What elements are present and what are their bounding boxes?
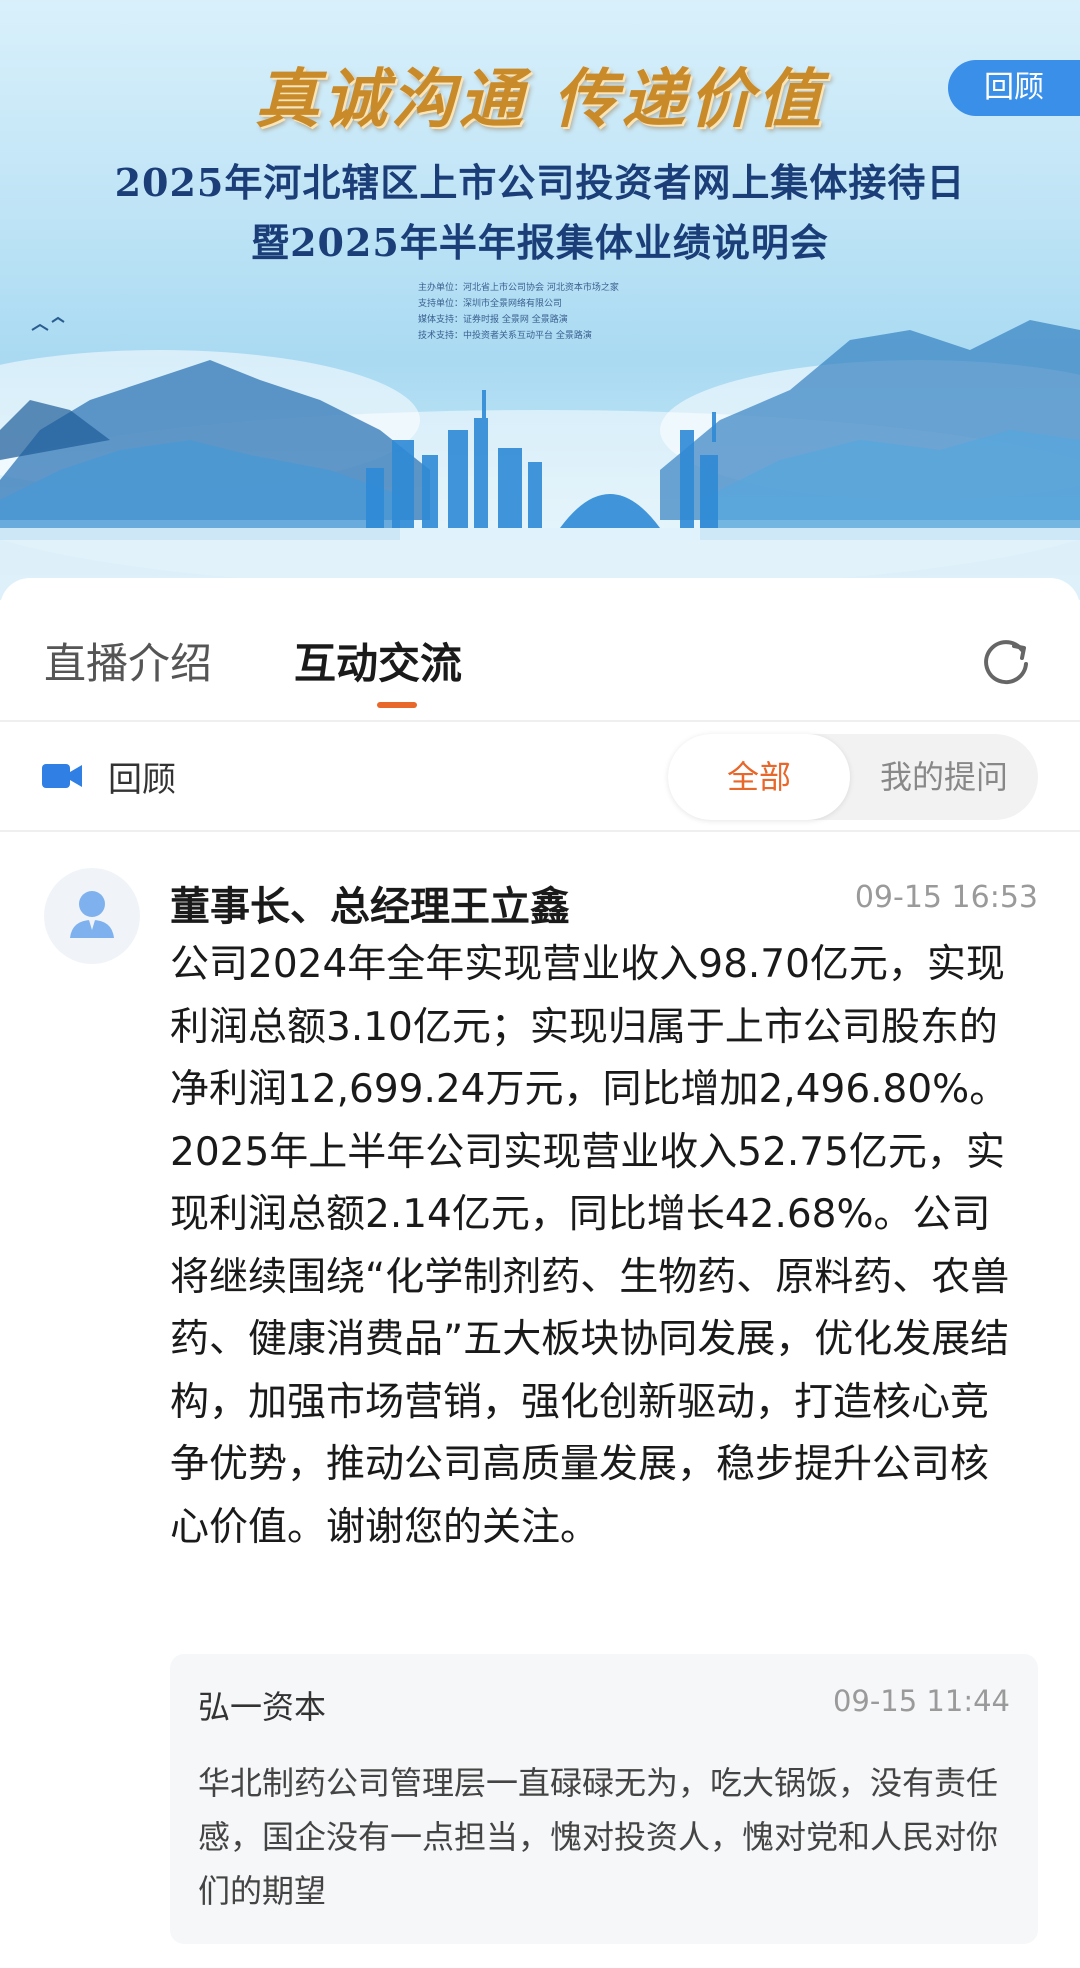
filter-bar: 回顾 全部 我的提问 xyxy=(0,724,1080,832)
banner-slogan: 真诚沟通 传递价值 xyxy=(254,62,826,137)
tab-bar: 直播介绍 互动交流 xyxy=(0,578,1080,722)
question-author: 弘一资本 xyxy=(198,1688,327,1726)
active-tab-indicator xyxy=(377,702,417,708)
banner-title-line1: 2025年河北辖区上市公司投资者网上集体接待日 xyxy=(114,160,966,205)
answer-author: 董事长、总经理王立鑫 xyxy=(170,884,570,930)
banner-credit-line: 媒体支持：证券时报 全景网 全景路演 xyxy=(418,315,568,325)
page: 真诚沟通 传递价值 2025年河北辖区上市公司投资者网上集体接待日 暨2025年… xyxy=(0,0,1080,1968)
refresh-icon[interactable] xyxy=(978,634,1034,690)
answer-text: 公司2024年全年实现营业收入98.70亿元，实现利润总额3.10亿元；实现归属… xyxy=(170,942,1010,1550)
banner-credit-line: 主办单位：河北省上市公司协会 河北资本市场之家 xyxy=(418,283,619,293)
tab-interaction[interactable]: 互动交流 xyxy=(294,630,462,691)
banner-credit-line: 技术支持：中投资者关系互动平台 全景路演 xyxy=(418,331,592,341)
review-label: 回顾 xyxy=(108,760,176,800)
tab-live-intro[interactable]: 直播介绍 xyxy=(44,630,212,691)
question-time: 09-15 11:44 xyxy=(832,1684,1010,1718)
review-pill-button[interactable]: 回顾 xyxy=(948,60,1080,116)
filter-all-button[interactable]: 全部 xyxy=(668,734,850,820)
filter-my-questions-button[interactable]: 我的提问 xyxy=(850,734,1038,820)
live-banner: 真诚沟通 传递价值 2025年河北辖区上市公司投资者网上集体接待日 暨2025年… xyxy=(0,0,1080,600)
quoted-question: 弘一资本 09-15 11:44 华北制药公司管理层一直碌碌无为，吃大锅饭，没有… xyxy=(170,1654,1038,1944)
banner-credit-line: 支持单位：深圳市全景网络有限公司 xyxy=(418,299,563,309)
user-avatar-icon xyxy=(44,868,140,964)
banner-title-line2: 暨2025年半年报集体业绩说明会 xyxy=(251,220,829,265)
video-camera-icon xyxy=(42,764,82,788)
filter-segmented-control: 全部 我的提问 xyxy=(668,734,1038,820)
banner-credits: 主办单位：河北省上市公司协会 河北资本市场之家 支持单位：深圳市全景网络有限公司… xyxy=(418,280,619,344)
question-text: 华北制药公司管理层一直碌碌无为，吃大锅饭，没有责任感，国企没有一点担当，愧对投资… xyxy=(198,1764,999,1910)
answer-time: 09-15 16:53 xyxy=(854,880,1038,915)
